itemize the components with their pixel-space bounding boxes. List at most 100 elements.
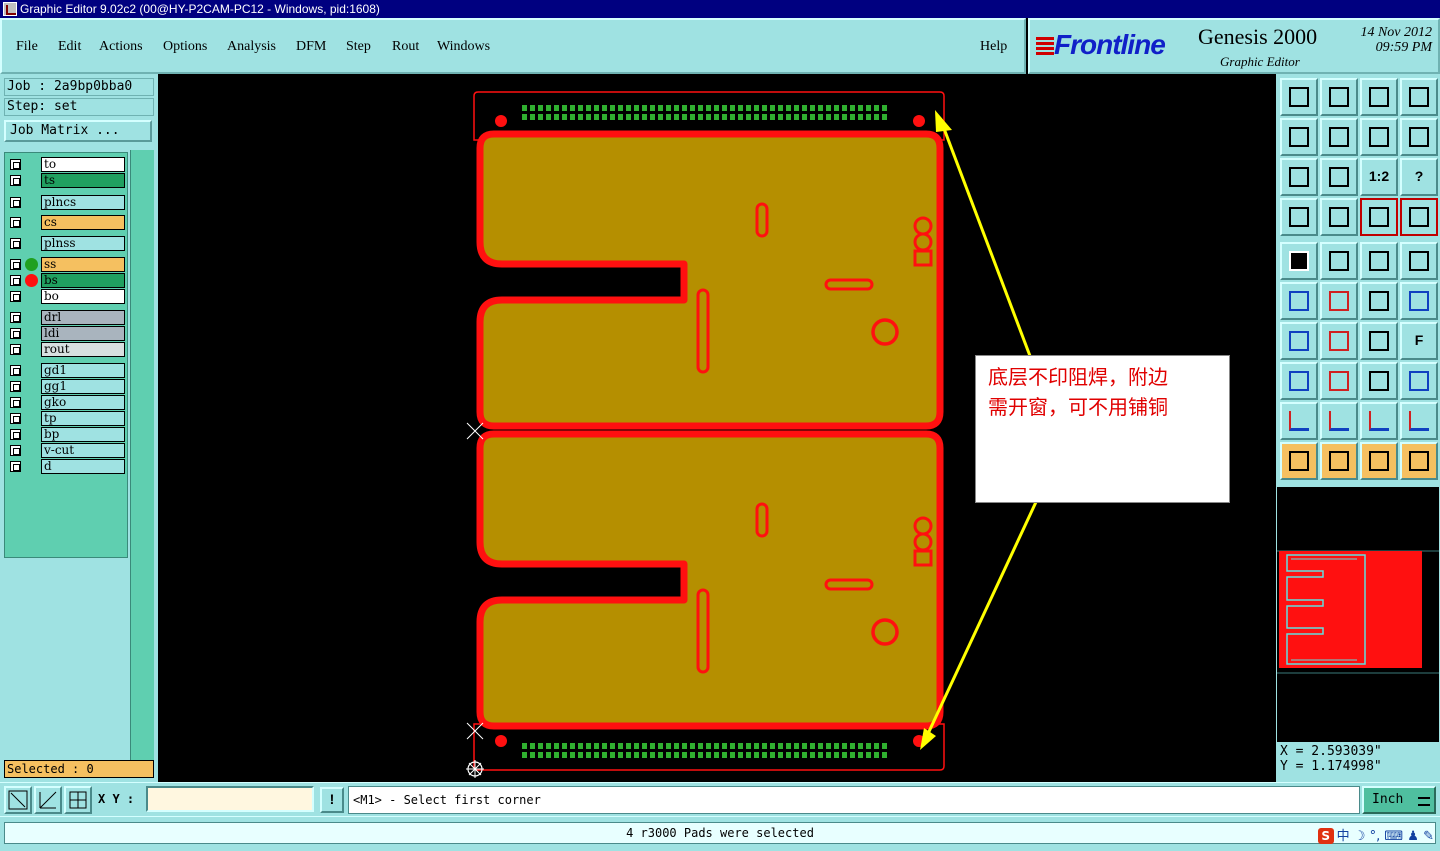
keyboard-icon[interactable]: ⌨ xyxy=(1384,829,1403,844)
settings-tool[interactable] xyxy=(1280,198,1318,236)
layer-name[interactable]: to xyxy=(41,157,125,172)
window-split-tool[interactable] xyxy=(1400,78,1438,116)
menu-actions[interactable]: Actions xyxy=(99,39,143,55)
layer-name[interactable]: v-cut xyxy=(41,443,125,458)
triangle-3-tool[interactable] xyxy=(1360,402,1398,440)
layer-row-gd1[interactable]: gd1 xyxy=(7,363,125,378)
cross-tool[interactable] xyxy=(1320,282,1358,320)
group-tool[interactable] xyxy=(1400,362,1438,400)
home-tool[interactable] xyxy=(1360,78,1398,116)
layer-checkbox[interactable] xyxy=(10,429,21,440)
user-icon[interactable]: ♟ xyxy=(1407,829,1419,844)
moon-icon[interactable]: ☽ xyxy=(1354,829,1366,844)
ruler-tool[interactable] xyxy=(1360,242,1398,280)
arc-tool[interactable] xyxy=(1360,322,1398,360)
menu-dfm[interactable]: DFM xyxy=(296,39,326,55)
layer-row-ss[interactable]: ss xyxy=(7,257,125,272)
layer-row-gg1[interactable]: gg1 xyxy=(7,379,125,394)
layer-name[interactable]: bs xyxy=(41,273,125,288)
layer-row-rout[interactable]: rout xyxy=(7,342,125,357)
layer-checkbox[interactable] xyxy=(10,312,21,323)
grid-view-tool[interactable] xyxy=(1320,198,1358,236)
menu-windows[interactable]: Windows xyxy=(437,39,490,55)
select-box-tool[interactable] xyxy=(1320,442,1358,480)
ime-language[interactable]: 中 xyxy=(1337,829,1350,844)
layer-name[interactable]: ldi xyxy=(41,326,125,341)
layer-checkbox[interactable] xyxy=(10,413,21,424)
layer-checkbox[interactable] xyxy=(10,259,21,270)
xy-input[interactable] xyxy=(146,786,314,812)
layer-row-bs[interactable]: bs xyxy=(7,273,125,288)
zoom-area-button[interactable] xyxy=(4,786,32,814)
layer-checkbox[interactable] xyxy=(10,175,21,186)
minus-tool[interactable] xyxy=(1320,362,1358,400)
layer-checkbox[interactable] xyxy=(10,381,21,392)
layer-row-to[interactable]: to xyxy=(7,157,125,172)
drill-map-tool[interactable] xyxy=(1400,198,1438,236)
layer-name[interactable]: drl xyxy=(41,310,125,325)
select-arrow-tool[interactable] xyxy=(1280,442,1318,480)
zoom-out-tool[interactable] xyxy=(1320,118,1358,156)
triangle-2-tool[interactable] xyxy=(1320,402,1358,440)
copy-tool[interactable] xyxy=(1280,362,1318,400)
layer-name[interactable]: plncs xyxy=(41,195,125,210)
zoom-in-tool[interactable] xyxy=(1280,118,1318,156)
move-pad-tool[interactable] xyxy=(1400,282,1438,320)
layer-row-bo[interactable]: bo xyxy=(7,289,125,304)
alert-button[interactable]: ! xyxy=(320,787,344,813)
layer-name[interactable]: plnss xyxy=(41,236,125,251)
angle-tool[interactable] xyxy=(1280,322,1318,360)
pad-tool[interactable] xyxy=(1400,242,1438,280)
layer-name[interactable]: gg1 xyxy=(41,379,125,394)
triangle-1-tool[interactable] xyxy=(1280,402,1318,440)
layer-row-ts[interactable]: ts xyxy=(7,173,125,188)
menu-rout[interactable]: Rout xyxy=(392,39,419,55)
triangle-4-tool[interactable] xyxy=(1400,402,1438,440)
layer-checkbox[interactable] xyxy=(10,217,21,228)
menu-step[interactable]: Step xyxy=(346,39,371,55)
add-pad-tool[interactable] xyxy=(1360,282,1398,320)
text-f-tool[interactable]: F xyxy=(1400,322,1438,360)
center-tool[interactable] xyxy=(1320,158,1358,196)
redraw-tool[interactable] xyxy=(1400,118,1438,156)
connect-tool[interactable] xyxy=(1280,282,1318,320)
layer-checkbox[interactable] xyxy=(10,238,21,249)
layer-row-bp[interactable]: bp xyxy=(7,427,125,442)
menu-help[interactable]: Help xyxy=(980,39,1007,55)
scale-1-2-tool[interactable]: 1:2 xyxy=(1360,158,1398,196)
menu-options[interactable]: Options xyxy=(163,39,207,55)
layer-name[interactable]: ss xyxy=(41,257,125,272)
layer-name[interactable]: gd1 xyxy=(41,363,125,378)
overview-map[interactable] xyxy=(1276,486,1440,744)
layer-row-drl[interactable]: drl xyxy=(7,310,125,325)
punctuation-icon[interactable]: °, xyxy=(1370,829,1381,844)
layer-name[interactable]: tp xyxy=(41,411,125,426)
netlist-tool[interactable] xyxy=(1360,198,1398,236)
line-tool[interactable] xyxy=(1320,322,1358,360)
fit-screen-tool[interactable] xyxy=(1280,158,1318,196)
layer-name[interactable]: cs xyxy=(41,215,125,230)
measure-button[interactable] xyxy=(34,786,62,814)
layer-checkbox[interactable] xyxy=(10,197,21,208)
save-tool[interactable] xyxy=(1320,78,1358,116)
wrench-icon[interactable]: ✎ xyxy=(1423,829,1434,844)
grid-snap-button[interactable] xyxy=(64,786,92,814)
layer-checkbox[interactable] xyxy=(10,365,21,376)
layer-checkbox[interactable] xyxy=(10,275,21,286)
menu-analysis[interactable]: Analysis xyxy=(227,39,276,55)
layer-row-d[interactable]: d xyxy=(7,459,125,474)
app-icon[interactable] xyxy=(3,2,17,16)
layer-row-gko[interactable]: gko xyxy=(7,395,125,410)
layer-name[interactable]: rout xyxy=(41,342,125,357)
layer-name[interactable]: bo xyxy=(41,289,125,304)
job-matrix-button[interactable]: Job Matrix ... xyxy=(4,120,152,142)
select-net-tool[interactable] xyxy=(1400,442,1438,480)
layer-name[interactable]: ts xyxy=(41,173,125,188)
layer-checkbox[interactable] xyxy=(10,344,21,355)
open-step-tool[interactable] xyxy=(1280,78,1318,116)
layer-name[interactable]: d xyxy=(41,459,125,474)
help-tool[interactable]: ? xyxy=(1400,158,1438,196)
layer-row-cs[interactable]: cs xyxy=(7,215,125,230)
layer-row-plncs[interactable]: plncs xyxy=(7,195,125,210)
menu-edit[interactable]: Edit xyxy=(58,39,81,55)
